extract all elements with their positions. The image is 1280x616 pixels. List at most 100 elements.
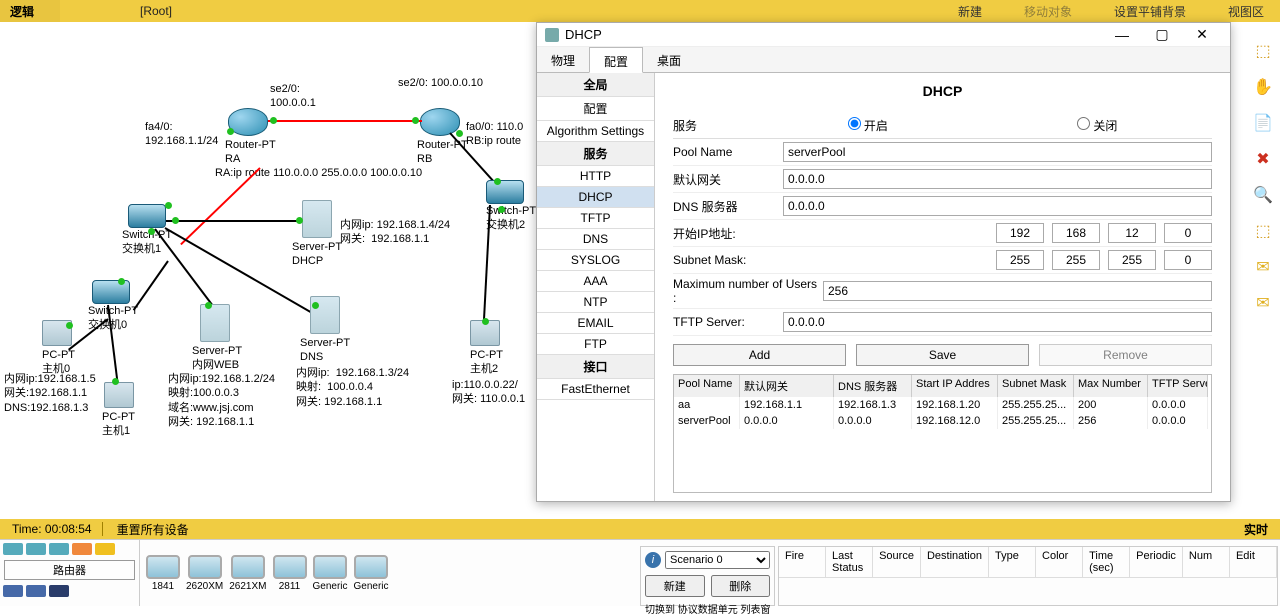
cat-icon[interactable] <box>3 585 23 597</box>
tab-config[interactable]: 配置 <box>589 47 643 73</box>
cat-icon[interactable] <box>49 543 69 555</box>
col-time[interactable]: Time (sec) <box>1083 547 1130 577</box>
device-2621xm[interactable]: 2621XM <box>229 555 266 592</box>
gateway-input[interactable] <box>783 169 1212 189</box>
sidebar-ntp[interactable]: NTP <box>537 292 654 313</box>
device-1841[interactable]: 1841 <box>146 555 180 592</box>
col-source[interactable]: Source <box>873 547 921 577</box>
select-tool-icon[interactable]: ⬚ <box>1252 40 1274 62</box>
cat-icon[interactable] <box>26 585 46 597</box>
router-ra-icon[interactable] <box>228 108 268 136</box>
add-button[interactable]: Add <box>673 344 846 366</box>
pdu-list-toggle[interactable]: 切换到 协议数据单元 列表窗口 <box>645 601 770 616</box>
cat-icon[interactable] <box>49 585 69 597</box>
dns-label: DNS 服务器 <box>673 198 783 215</box>
sidebar-settings[interactable]: 配置 <box>537 97 654 121</box>
service-off-radio[interactable]: 关闭 <box>1077 117 1117 134</box>
col-num[interactable]: Num <box>1183 547 1230 577</box>
note-tool-icon[interactable]: 📄 <box>1252 112 1274 134</box>
minimize-button[interactable]: — <box>1102 24 1142 46</box>
dns-input[interactable] <box>783 196 1212 216</box>
service-on-radio[interactable]: 开启 <box>848 117 888 134</box>
device-2811[interactable]: 2811 <box>273 555 307 592</box>
col-fire[interactable]: Fire <box>779 547 826 577</box>
router-rb-icon[interactable] <box>420 108 460 136</box>
server-dhcp-info: 内网ip: 192.168.1.4/24 网关: 192.168.1.1 <box>340 218 450 247</box>
inspect-tool-icon[interactable]: 🔍 <box>1252 184 1274 206</box>
start-ip-label: 开始IP地址: <box>673 225 783 242</box>
scenario-select[interactable]: Scenario 0 <box>665 551 770 569</box>
cat-icon[interactable] <box>3 543 23 555</box>
switch2-icon[interactable] <box>486 180 524 204</box>
col-edit[interactable]: Edit <box>1230 547 1277 577</box>
sidebar-tftp[interactable]: TFTP <box>537 208 654 229</box>
sidebar-algo[interactable]: Algorithm Settings <box>537 121 654 142</box>
col-periodic[interactable]: Periodic <box>1130 547 1183 577</box>
col-type[interactable]: Type <box>989 547 1036 577</box>
start-ip-2[interactable] <box>1052 223 1100 243</box>
close-button[interactable]: ✕ <box>1182 24 1222 46</box>
pc1-icon[interactable] <box>104 382 134 408</box>
cat-icon[interactable] <box>72 543 92 555</box>
complex-pdu-icon[interactable]: ✉ <box>1252 292 1274 314</box>
sidebar-fastethernet[interactable]: FastEthernet <box>537 379 654 400</box>
scenario-delete-button[interactable]: 删除 <box>711 575 771 597</box>
sidebar-dns[interactable]: DNS <box>537 229 654 250</box>
realtime-tab[interactable]: 实时 <box>1244 521 1268 538</box>
server-web-icon[interactable] <box>200 304 230 342</box>
tab-physical[interactable]: 物理 <box>537 47 589 72</box>
device-generic1[interactable]: Generic <box>313 555 348 592</box>
col-last-status[interactable]: Last Status <box>826 547 873 577</box>
sidebar-syslog[interactable]: SYSLOG <box>537 250 654 271</box>
hand-tool-icon[interactable]: ✋ <box>1252 76 1274 98</box>
cat-icon[interactable] <box>26 543 46 555</box>
device-2620xm[interactable]: 2620XM <box>186 555 223 592</box>
window-title: DHCP <box>565 27 1102 42</box>
col-color[interactable]: Color <box>1036 547 1083 577</box>
pool-name-input[interactable] <box>783 142 1212 162</box>
tab-desktop[interactable]: 桌面 <box>643 47 695 72</box>
start-ip-3[interactable] <box>1108 223 1156 243</box>
tftp-input[interactable] <box>783 312 1212 332</box>
max-users-input[interactable] <box>823 281 1212 301</box>
delete-tool-icon[interactable]: ✖ <box>1252 148 1274 170</box>
sidebar-ftp[interactable]: FTP <box>537 334 654 355</box>
simple-pdu-icon[interactable]: ✉ <box>1252 256 1274 278</box>
sidebar-service-header[interactable]: 服务 <box>537 142 654 166</box>
topbar-move[interactable]: 移动对象 <box>1018 1 1078 22</box>
maximize-button[interactable]: ▢ <box>1142 24 1182 46</box>
sidebar-aaa[interactable]: AAA <box>537 271 654 292</box>
sidebar-global-header[interactable]: 全局 <box>537 73 654 97</box>
subnet-1[interactable] <box>996 250 1044 270</box>
topbar-bg[interactable]: 设置平铺背景 <box>1108 1 1192 22</box>
subnet-4[interactable] <box>1164 250 1212 270</box>
save-button[interactable]: Save <box>856 344 1029 366</box>
start-ip-1[interactable] <box>996 223 1044 243</box>
scenario-new-button[interactable]: 新建 <box>645 575 705 597</box>
info-icon[interactable]: i <box>645 552 661 568</box>
start-ip-4[interactable] <box>1164 223 1212 243</box>
port-led <box>165 202 172 209</box>
sidebar-dhcp[interactable]: DHCP <box>537 187 654 208</box>
switch1-icon[interactable] <box>128 204 166 228</box>
table-row[interactable]: serverPool 0.0.0.0 0.0.0.0 192.168.12.0 … <box>674 413 1211 429</box>
table-row[interactable]: aa 192.168.1.1 192.168.1.3 192.168.1.20 … <box>674 397 1211 413</box>
cat-icon[interactable] <box>95 543 115 555</box>
sidebar-iface-header[interactable]: 接口 <box>537 355 654 379</box>
sidebar-email[interactable]: EMAIL <box>537 313 654 334</box>
reset-devices-button[interactable]: 重置所有设备 <box>117 521 189 538</box>
topbar-new[interactable]: 新建 <box>952 1 988 22</box>
col-dest[interactable]: Destination <box>921 547 989 577</box>
logic-tab[interactable]: 逻辑 <box>0 0 60 22</box>
root-breadcrumb[interactable]: [Root] <box>140 4 172 18</box>
window-titlebar[interactable]: DHCP — ▢ ✕ <box>537 23 1230 47</box>
subnet-2[interactable] <box>1052 250 1100 270</box>
subnet-3[interactable] <box>1108 250 1156 270</box>
device-generic2[interactable]: Generic <box>354 555 389 592</box>
pool-table[interactable]: Pool Name 默认网关 DNS 服务器 Start IP Addres S… <box>673 374 1212 493</box>
topbar-view[interactable]: 视图区 <box>1222 1 1270 22</box>
server-dhcp-icon[interactable] <box>302 200 332 238</box>
resize-tool-icon[interactable]: ⬚ <box>1252 220 1274 242</box>
remove-button[interactable]: Remove <box>1039 344 1212 366</box>
sidebar-http[interactable]: HTTP <box>537 166 654 187</box>
